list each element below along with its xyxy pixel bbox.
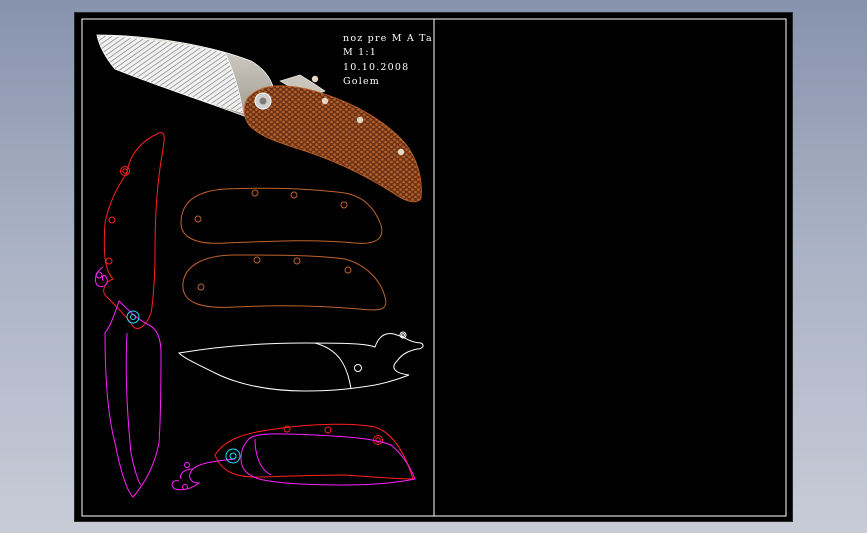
folding-knife-icon bbox=[96, 34, 422, 203]
vertical-blade-magenta bbox=[104, 300, 162, 498]
assembled-pivot-cyan bbox=[225, 448, 241, 464]
title-line-4: Golem bbox=[343, 76, 380, 87]
vertical-pivot-cyan bbox=[126, 310, 140, 324]
title-line-2: M 1:1 bbox=[343, 47, 377, 58]
rendered-serration bbox=[96, 34, 244, 114]
handle-scale-upper bbox=[180, 187, 383, 244]
handle-scale-lower bbox=[182, 254, 387, 311]
knife-drawing: noz pre M A Ta M 1:1 10.10.2008 Golem bbox=[81, 18, 787, 517]
assembled-knife-outline bbox=[171, 423, 416, 491]
blade-outline bbox=[177, 331, 424, 392]
title-block: noz pre M A Ta M 1:1 10.10.2008 Golem bbox=[343, 33, 433, 87]
assembled-blade-magenta bbox=[240, 433, 416, 486]
title-line-3: 10.10.2008 bbox=[343, 62, 409, 73]
cad-viewport[interactable]: noz pre M A Ta M 1:1 10.10.2008 Golem bbox=[74, 12, 793, 522]
title-line-1: noz pre M A Ta bbox=[343, 33, 433, 44]
vertical-knife-outline bbox=[94, 132, 165, 498]
vertical-handle-red bbox=[103, 132, 165, 329]
